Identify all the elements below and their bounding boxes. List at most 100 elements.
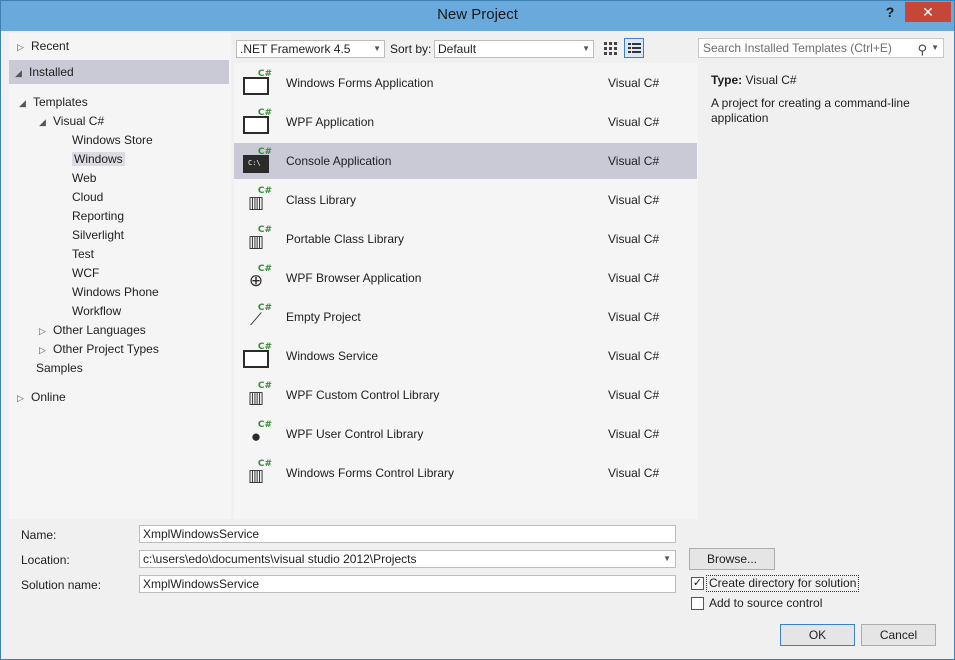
close-button[interactable]: ✕ [905,2,951,22]
ok-button[interactable]: OK [780,624,855,646]
list-view-button[interactable] [624,38,644,58]
name-label: Name: [21,528,57,542]
tree-item-templates[interactable]: ◢ Templates [19,93,88,112]
tree-item-label: Online [31,390,66,404]
tree-item-installed[interactable]: ◢ Installed [15,63,74,82]
template-name: WPF Custom Control Library [286,388,440,402]
solution-name-field[interactable]: XmplWindowsService [139,575,676,593]
browse-button[interactable]: Browse... [689,548,775,570]
template-icon-shape [243,77,269,95]
create-directory-label: Create directory for solution [705,575,860,592]
template-row[interactable]: C# Windows Service Visual C# [234,338,697,374]
tree-item-label: Web [72,171,97,185]
tree-item-label: Windows [72,152,125,166]
chevron-down-icon: ▼ [373,44,381,53]
template-row[interactable]: ▥ C# Portable Class Library Visual C# [234,221,697,257]
source-control-option[interactable]: Add to source control [691,596,891,612]
tree-item-other-project-types[interactable]: ▷ Other Project Types [39,340,159,359]
csharp-badge-icon: C# [257,264,272,274]
template-language: Visual C# [608,427,660,441]
custom-control-icon: ▥ C# [242,381,272,409]
type-value: Visual C# [745,73,797,87]
empty-project-icon: ⟋ C# [242,303,272,331]
expand-arrow-icon[interactable]: ▷ [39,322,53,341]
template-name: Empty Project [286,310,361,324]
sort-select[interactable]: Default ▼ [434,40,594,58]
location-field[interactable]: c:\users\edo\documents\visual studio 201… [139,550,676,568]
template-icon-shape [243,350,269,368]
csharp-badge-icon: C# [257,108,272,118]
template-name: WPF User Control Library [286,427,424,441]
framework-select[interactable]: .NET Framework 4.5 ▼ [236,40,385,58]
csharp-badge-icon: C# [257,459,272,469]
tree-item-recent[interactable]: ▷ Recent [17,37,69,56]
name-field[interactable]: XmplWindowsService [139,525,676,543]
tree-item-windows-store[interactable]: Windows Store [72,131,153,150]
portable-library-icon: ▥ C# [242,225,272,253]
template-name: Console Application [286,154,392,168]
tree-item-silverlight[interactable]: Silverlight [72,226,124,245]
tree-item-label: Silverlight [72,228,125,242]
template-language: Visual C# [608,388,660,402]
collapse-arrow-icon[interactable]: ◢ [15,64,29,83]
template-row[interactable]: ▥ C# WPF Custom Control Library Visual C# [234,377,697,413]
window-title: New Project [437,6,518,23]
tree-item-samples[interactable]: Samples [36,359,83,378]
wpf-icon: C# [242,108,272,136]
create-directory-option[interactable]: ✓ Create directory for solution [691,575,941,592]
csharp-badge-icon: C# [257,225,272,235]
help-button[interactable]: ? [881,4,899,24]
expand-arrow-icon[interactable]: ▷ [17,389,31,408]
tree-item-label: Windows Store [72,133,153,147]
csharp-badge-icon: C# [257,381,272,391]
create-directory-checkbox[interactable]: ✓ [691,577,704,590]
framework-value: .NET Framework 4.5 [240,42,351,56]
tree-item-reporting[interactable]: Reporting [72,207,124,226]
tree-item-wcf[interactable]: WCF [72,264,99,283]
template-row[interactable]: C# Windows Forms Application Visual C# [234,65,697,101]
template-row[interactable]: ▥ C# Windows Forms Control Library Visual C… [234,455,697,491]
csharp-badge-icon: C# [257,186,272,196]
template-row[interactable]: ⟋ C# Empty Project Visual C# [234,299,697,335]
search-input[interactable]: Search Installed Templates (Ctrl+E) ⚲ ▼ [698,38,944,58]
template-row[interactable]: C# WPF Application Visual C# [234,104,697,140]
template-row[interactable]: ● C# WPF User Control Library Visual C# [234,416,697,452]
list-view-icon [628,42,641,55]
template-name: Windows Service [286,349,379,363]
tree-item-web[interactable]: Web [72,169,96,188]
template-icon-shape [243,116,269,134]
tree-item-label: Other Project Types [53,342,159,356]
tree-item-test[interactable]: Test [72,245,94,264]
template-name: Portable Class Library [286,232,405,246]
template-language: Visual C# [608,154,660,168]
tree-item-label: Cloud [72,190,104,204]
csharp-badge-icon: C# [257,420,272,430]
chevron-down-icon[interactable]: ▼ [931,39,939,57]
tree-item-workflow[interactable]: Workflow [72,302,121,321]
csharp-badge-icon: C# [257,303,272,313]
grid-view-button[interactable] [600,38,620,58]
template-language: Visual C# [608,76,660,90]
template-row[interactable]: ▥ C# Class Library Visual C# [234,182,697,218]
chevron-down-icon[interactable]: ▼ [663,551,671,567]
location-value: c:\users\edo\documents\visual studio 201… [143,552,417,566]
type-label: Type: [711,73,743,87]
tree-item-online[interactable]: ▷ Online [17,388,66,407]
tree-item-visual-csharp[interactable]: ◢ Visual C# [39,112,104,131]
tree-item-windows-phone[interactable]: Windows Phone [72,283,159,302]
tree-item-cloud[interactable]: Cloud [72,188,103,207]
chevron-down-icon: ▼ [582,44,590,53]
expand-arrow-icon[interactable]: ▷ [39,341,53,360]
collapse-arrow-icon[interactable]: ◢ [19,94,33,113]
template-row[interactable]: ⊕ C# WPF Browser Application Visual C# [234,260,697,296]
expand-arrow-icon[interactable]: ▷ [17,38,31,57]
template-row[interactable]: C:\ C# Console Application Visual C# [234,143,697,179]
search-icon[interactable]: ⚲ [917,41,927,59]
source-control-checkbox[interactable] [691,597,704,610]
tree-item-other-languages[interactable]: ▷ Other Languages [39,321,146,340]
class-library-icon: ▥ C# [242,186,272,214]
tree-item-windows[interactable]: Windows [72,150,125,169]
collapse-arrow-icon[interactable]: ◢ [39,113,53,132]
template-name: WPF Browser Application [286,271,422,285]
cancel-button[interactable]: Cancel [861,624,936,646]
